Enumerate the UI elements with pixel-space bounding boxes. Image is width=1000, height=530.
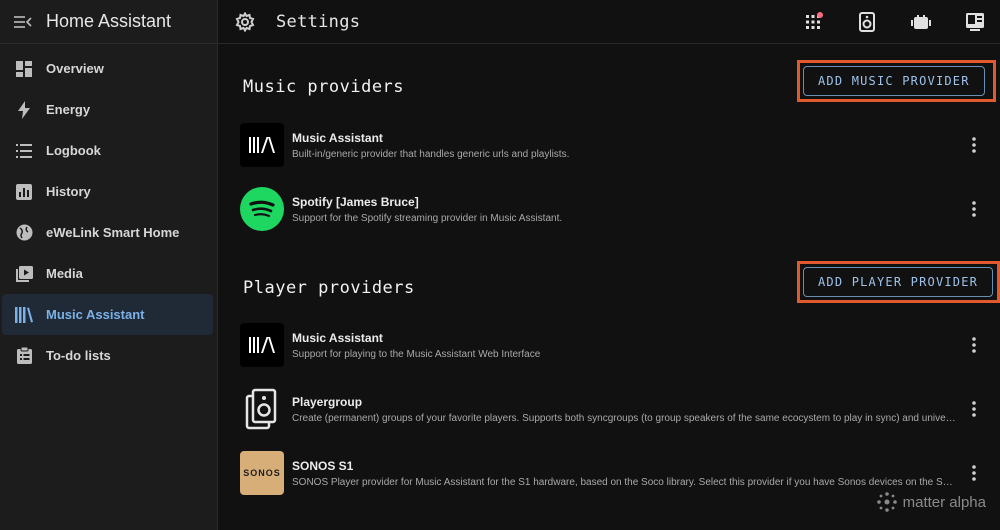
watermark: matter alpha — [876, 492, 986, 512]
more-options-icon[interactable] — [964, 133, 984, 157]
sidebar: Home Assistant Overview Energy Logbook H… — [0, 0, 218, 530]
sidebar-item-todo[interactable]: To-do lists — [2, 335, 213, 376]
sidebar-item-label: eWeLink Smart Home — [46, 225, 180, 240]
add-music-provider-button[interactable]: ADD MUSIC PROVIDER — [803, 66, 985, 96]
provider-row-sonos-s1[interactable]: SONOS SONOS S1 SONOS Player provider for… — [240, 449, 984, 497]
watermark-text: matter alpha — [902, 493, 986, 511]
sidebar-item-energy[interactable]: Energy — [2, 89, 213, 130]
provider-description: Support for playing to the Music Assista… — [292, 348, 541, 360]
clipboard-icon — [14, 346, 34, 366]
sonos-logo-text: SONOS — [243, 468, 281, 478]
sidebar-item-overview[interactable]: Overview — [2, 48, 213, 89]
list-icon — [14, 141, 34, 161]
library-icon — [14, 305, 34, 325]
gear-icon — [234, 11, 256, 33]
sidebar-item-ewelink[interactable]: eWeLink Smart Home — [2, 212, 213, 253]
chart-icon — [14, 182, 34, 202]
provider-row-music-assistant-player[interactable]: Music Assistant Support for playing to t… — [240, 321, 984, 369]
playergroup-logo — [240, 387, 284, 431]
more-options-icon[interactable] — [964, 197, 984, 221]
spotify-logo — [240, 187, 284, 231]
main-content: Music providers ADD MUSIC PROVIDER Music… — [218, 45, 1000, 530]
sidebar-item-history[interactable]: History — [2, 171, 213, 212]
music-assistant-logo — [240, 123, 284, 167]
sidebar-item-label: Logbook — [46, 143, 101, 158]
more-options-icon[interactable] — [964, 461, 984, 485]
toolbar-actions — [802, 11, 986, 33]
sidebar-item-label: Overview — [46, 61, 104, 76]
sidebar-item-label: History — [46, 184, 91, 199]
provider-name: Music Assistant — [292, 130, 383, 145]
player-icon[interactable] — [910, 11, 932, 33]
media-device-icon[interactable] — [964, 11, 986, 33]
menu-toggle-icon[interactable] — [12, 11, 34, 33]
dashboard-icon — [14, 59, 34, 79]
highlight-box: ADD MUSIC PROVIDER — [797, 60, 996, 102]
media-icon — [14, 264, 34, 284]
speaker-icon[interactable] — [856, 11, 878, 33]
provider-description: Create (permanent) groups of your favori… — [292, 412, 956, 424]
sidebar-item-logbook[interactable]: Logbook — [2, 130, 213, 171]
page-title: Settings — [276, 11, 361, 32]
music-assistant-logo — [240, 323, 284, 367]
highlight-box: ADD PLAYER PROVIDER — [797, 261, 1000, 303]
sidebar-item-label: To-do lists — [46, 348, 111, 363]
sidebar-nav: Overview Energy Logbook History eWeLink … — [0, 44, 217, 376]
provider-description: Support for the Spotify streaming provid… — [292, 212, 563, 224]
globe-icon — [14, 223, 34, 243]
sidebar-item-label: Music Assistant — [46, 307, 145, 322]
sonos-logo: SONOS — [240, 451, 284, 495]
provider-description: Built-in/generic provider that handles g… — [292, 148, 570, 160]
add-player-provider-button[interactable]: ADD PLAYER PROVIDER — [803, 267, 994, 297]
more-options-icon[interactable] — [964, 397, 984, 421]
provider-name: SONOS S1 — [292, 458, 354, 473]
app-title: Home Assistant — [46, 11, 172, 31]
provider-name: Spotify [James Bruce] — [292, 194, 419, 209]
lightning-icon — [14, 100, 34, 120]
sidebar-item-label: Energy — [46, 102, 91, 117]
provider-name: Playergroup — [292, 394, 363, 409]
grid-icon[interactable] — [802, 11, 824, 33]
sidebar-item-label: Media — [46, 266, 83, 281]
sidebar-item-media[interactable]: Media — [2, 253, 213, 294]
player-providers-heading: Player providers — [243, 278, 415, 298]
sidebar-header: Home Assistant — [0, 0, 217, 44]
provider-row-spotify[interactable]: Spotify [James Bruce] Support for the Sp… — [240, 185, 984, 233]
notification-dot — [817, 12, 823, 18]
provider-row-playergroup[interactable]: Playergroup Create (permanent) groups of… — [240, 385, 984, 433]
provider-row-music-assistant[interactable]: Music Assistant Built-in/generic provide… — [240, 121, 984, 169]
top-bar: Settings — [218, 0, 1000, 44]
music-providers-heading: Music providers — [243, 77, 405, 97]
provider-description: SONOS Player provider for Music Assistan… — [292, 476, 956, 488]
sidebar-item-music-assistant[interactable]: Music Assistant — [2, 294, 213, 335]
matter-alpha-logo-icon — [876, 492, 897, 512]
more-options-icon[interactable] — [964, 333, 984, 357]
provider-name: Music Assistant — [292, 330, 383, 345]
